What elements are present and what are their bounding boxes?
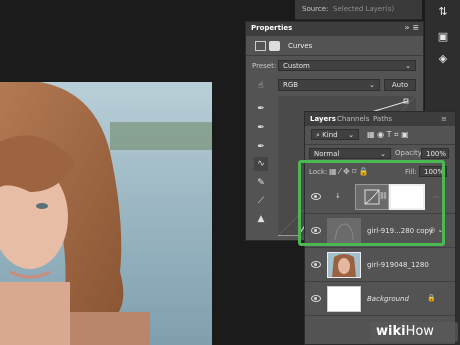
channel-select[interactable]: RGB ⌄ bbox=[278, 79, 380, 91]
opacity-field[interactable]: 100% bbox=[421, 148, 449, 159]
options-bar: Source: Selected Layer(s) bbox=[295, 0, 422, 20]
properties-title: Properties bbox=[251, 24, 293, 32]
auto-button[interactable]: Auto bbox=[384, 79, 416, 91]
layers-tabs: Layers Channels Paths ≡ bbox=[305, 112, 455, 126]
opacity-label: Opacity: bbox=[395, 149, 424, 157]
background-thumbnail bbox=[327, 286, 361, 312]
preset-select[interactable]: Custom ⌄ bbox=[278, 60, 416, 71]
filter-icons[interactable]: ▦ ◉ T ⌗ ▣ bbox=[367, 130, 409, 140]
layers-icon[interactable]: ◈ bbox=[435, 52, 451, 68]
layer-name: Background bbox=[367, 295, 409, 303]
panel-menu-icon[interactable]: ≡ bbox=[441, 115, 447, 123]
visibility-eye-icon[interactable] bbox=[311, 261, 321, 268]
smooth-icon[interactable]: ⟋ bbox=[254, 194, 268, 208]
preset-label: Preset: bbox=[252, 62, 277, 70]
properties-title-bar: Properties » ≡ bbox=[246, 22, 423, 36]
highlight-box bbox=[298, 160, 445, 246]
tab-channels[interactable]: Channels bbox=[337, 115, 369, 123]
panel-menu-icon[interactable]: » ≡ bbox=[404, 23, 419, 32]
tab-layers[interactable]: Layers bbox=[310, 115, 336, 123]
source-label: Source: bbox=[302, 5, 329, 13]
mask-icon[interactable] bbox=[269, 41, 280, 51]
wikihow-logo: wikiHow bbox=[370, 322, 458, 342]
filter-kind-select[interactable]: ⌕ Kind ⌄ bbox=[311, 129, 359, 140]
adjustment-name: Curves bbox=[288, 42, 313, 50]
adjust-icon[interactable]: ⇅ bbox=[435, 5, 451, 21]
lock-icon: 🔒 bbox=[427, 294, 436, 302]
eyedropper-white-icon[interactable]: ✒ bbox=[254, 140, 268, 154]
layer-photo-thumbnail bbox=[327, 252, 361, 278]
canvas-photo[interactable] bbox=[0, 82, 212, 345]
eyedropper-black-icon[interactable]: ✒ bbox=[254, 102, 268, 116]
blend-mode-select[interactable]: Normal ⌄ bbox=[309, 148, 391, 159]
properties-icon[interactable]: ▣ bbox=[435, 30, 451, 46]
curves-icon bbox=[255, 41, 266, 51]
clipping-icon[interactable]: ▲ bbox=[254, 212, 268, 226]
tab-paths[interactable]: Paths bbox=[373, 115, 392, 123]
pencil-icon[interactable]: ✎ bbox=[254, 176, 268, 190]
eyedropper-gray-icon[interactable]: ✒ bbox=[254, 121, 268, 135]
visibility-eye-icon[interactable] bbox=[311, 295, 321, 302]
source-select[interactable]: Selected Layer(s) bbox=[333, 5, 394, 13]
layer-name: girl-919048_1280 bbox=[367, 261, 429, 269]
layer-row-background[interactable]: Background 🔒 bbox=[305, 282, 455, 316]
target-adjust-icon[interactable]: ☝ bbox=[254, 79, 268, 93]
layer-row-original[interactable]: girl-919048_1280 bbox=[305, 248, 455, 282]
curve-edit-icon[interactable]: ∿ bbox=[254, 157, 268, 171]
